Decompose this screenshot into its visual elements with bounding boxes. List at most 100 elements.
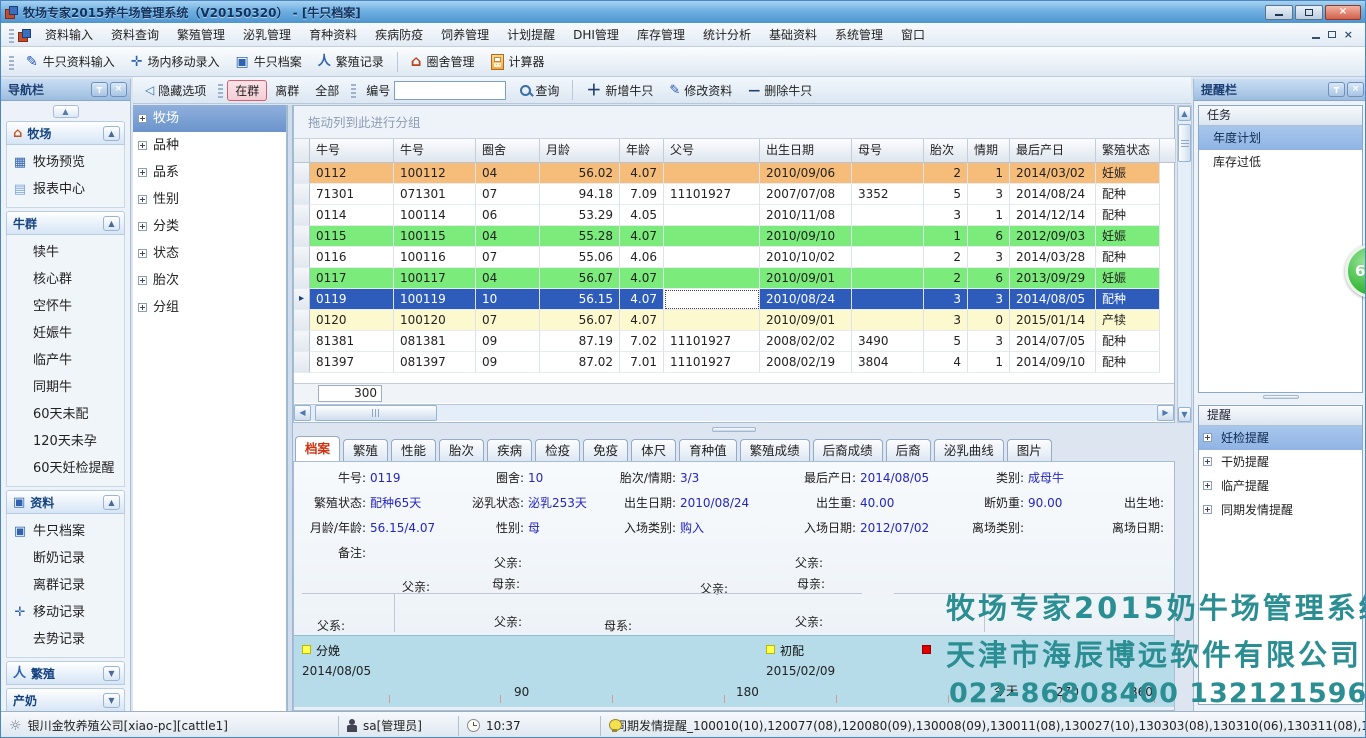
code-input[interactable] (394, 81, 506, 100)
column-header[interactable]: 繁殖状态 (1096, 139, 1160, 163)
sidebar-item[interactable]: 断奶记录 (7, 545, 124, 572)
expand-plus-icon[interactable] (1203, 433, 1212, 442)
column-header[interactable]: 圈舍 (476, 139, 540, 163)
menu-item[interactable]: 库存管理 (628, 24, 694, 46)
tab[interactable]: 胎次 (439, 439, 484, 461)
horizontal-scrollbar[interactable]: ◀ ▶ (294, 404, 1174, 421)
nav-collapse-button[interactable]: ▲ (53, 105, 79, 118)
scroll-down-icon[interactable]: ▼ (1178, 407, 1191, 422)
expand-plus-icon[interactable] (1203, 481, 1212, 490)
nav-group-breeding-header[interactable]: 人 繁殖 ▼ (6, 661, 125, 685)
task-item[interactable]: 库存过低 (1199, 150, 1362, 174)
menu-item[interactable]: DHI管理 (564, 24, 628, 46)
table-row[interactable]: 71301 071301 07 94.18 7.09 11101927 2007… (294, 184, 1160, 205)
close-icon[interactable]: × (110, 82, 127, 97)
sidebar-item[interactable]: 牛只档案 (7, 518, 124, 545)
tab[interactable]: 疾病 (487, 439, 532, 461)
chevron-down-icon[interactable]: ▼ (103, 666, 120, 681)
nav-group-milk-header[interactable]: 产奶 ▼ (6, 688, 125, 712)
delete-cattle-button[interactable]: — 删除牛只 (740, 80, 820, 101)
chevron-down-icon[interactable]: ▼ (103, 693, 120, 708)
tree-item[interactable]: 分组 (133, 294, 286, 321)
breeding-record-button[interactable]: 人 繁殖记录 (310, 51, 392, 72)
filter-button[interactable]: 离群 (267, 80, 307, 101)
column-header[interactable]: 月龄 (540, 139, 620, 163)
menu-item[interactable]: 计划提醒 (498, 24, 564, 46)
sidebar-item[interactable]: 60天妊检提醒 (7, 455, 124, 482)
mdi-minimize-icon[interactable] (1312, 37, 1320, 39)
tree-item[interactable]: 品系 (133, 159, 286, 186)
menu-item[interactable]: 育种资料 (300, 24, 366, 46)
chevron-up-icon[interactable]: ▲ (103, 495, 120, 510)
expand-plus-icon[interactable] (138, 195, 147, 204)
sidebar-item[interactable]: 报表中心 (7, 176, 124, 203)
tree-item[interactable]: 牧场 (133, 105, 286, 132)
sidebar-item[interactable]: 120天未孕 (7, 428, 124, 455)
sidebar-item[interactable]: 离群记录 (7, 572, 124, 599)
tab[interactable]: 档案 (295, 436, 340, 461)
calculator-button[interactable]: 计算器 (483, 51, 553, 72)
scroll-up-icon[interactable]: ▲ (1178, 106, 1191, 121)
table-row[interactable]: ▸ 0119 100119 10 56.15 4.07 2010/08/24 3… (294, 289, 1160, 310)
column-header[interactable]: 胎次 (924, 139, 968, 163)
tab[interactable]: 图片 (1007, 439, 1052, 461)
expand-plus-icon[interactable] (138, 276, 147, 285)
mdi-restore-icon[interactable] (1328, 31, 1336, 38)
tab[interactable]: 检疫 (535, 439, 580, 461)
sidebar-item[interactable]: 牧场预览 (7, 149, 124, 176)
panel-splitter[interactable] (1194, 393, 1366, 401)
pen-management-button[interactable]: ⌂ 圈舍管理 (403, 51, 483, 72)
tree-item[interactable]: 性别 (133, 186, 286, 213)
minimize-button[interactable] (1265, 5, 1293, 20)
tab[interactable]: 繁殖 (343, 439, 388, 461)
column-header[interactable]: 牛号 (394, 139, 476, 163)
table-row[interactable]: 0115 100115 04 55.28 4.07 2010/09/10 1 6… (294, 226, 1160, 247)
table-row[interactable]: 0112 100112 04 56.02 4.07 2010/09/06 2 1… (294, 163, 1160, 184)
table-row[interactable]: 0114 100114 06 53.29 4.05 2010/11/08 3 1… (294, 205, 1160, 226)
alert-item[interactable]: 临产提醒 (1199, 474, 1362, 498)
expand-plus-icon[interactable] (138, 168, 147, 177)
column-header[interactable]: 情期 (968, 139, 1010, 163)
expand-plus-icon[interactable] (138, 249, 147, 258)
alert-item[interactable]: 干奶提醒 (1199, 450, 1362, 474)
column-header[interactable]: 牛号 (310, 139, 394, 163)
move-entry-button[interactable]: ✛ 场内移动录入 (123, 51, 228, 72)
close-button[interactable]: × (1325, 5, 1361, 20)
expand-plus-icon[interactable] (138, 303, 147, 312)
chevron-up-icon[interactable]: ▲ (103, 216, 120, 231)
menu-item[interactable]: 窗口 (892, 24, 934, 46)
menu-item[interactable]: 疾病防疫 (366, 24, 432, 46)
table-row[interactable]: 0117 100117 04 56.07 4.07 2010/09/01 2 6… (294, 268, 1160, 289)
vertical-scrollbar[interactable]: ▲ ▼ (1177, 105, 1192, 423)
sidebar-item[interactable]: 核心群 (7, 266, 124, 293)
table-row[interactable]: 81397 081397 09 87.02 7.01 11101927 2008… (294, 352, 1160, 373)
menu-item[interactable]: 统计分析 (694, 24, 760, 46)
table-row[interactable]: 0116 100116 07 55.06 4.06 2010/10/02 2 3… (294, 247, 1160, 268)
menu-item[interactable]: 泌乳管理 (234, 24, 300, 46)
sidebar-item[interactable]: 60天未配 (7, 401, 124, 428)
tab[interactable]: 体尺 (631, 439, 676, 461)
nav-group-data-header[interactable]: ▣ 资料 ▲ (6, 490, 125, 514)
tree-item[interactable]: 胎次 (133, 267, 286, 294)
pin-icon[interactable]: ┳ (1328, 82, 1345, 97)
column-header[interactable]: 出生日期 (760, 139, 852, 163)
table-row[interactable]: 0120 100120 07 56.07 4.07 2010/09/01 3 0… (294, 310, 1160, 331)
expand-plus-icon[interactable] (138, 141, 147, 150)
sidebar-item[interactable]: 移动记录 (7, 599, 124, 626)
sidebar-item[interactable]: 妊娠牛 (7, 320, 124, 347)
menu-item[interactable]: 基础资料 (760, 24, 826, 46)
tree-item[interactable]: 状态 (133, 240, 286, 267)
tab[interactable]: 后裔 (886, 439, 931, 461)
nav-group-herd-header[interactable]: 牛群 ▲ (6, 211, 125, 235)
table-row[interactable]: 81381 081381 09 87.19 7.02 11101927 2008… (294, 331, 1160, 352)
column-header[interactable]: 最后产日 (1010, 139, 1096, 163)
search-button[interactable]: 查询 (512, 80, 567, 101)
filter-button[interactable]: 全部 (307, 80, 347, 101)
cattle-file-button[interactable]: ▣ 牛只档案 (228, 51, 310, 72)
sidebar-item[interactable]: 空怀牛 (7, 293, 124, 320)
tab[interactable]: 性能 (391, 439, 436, 461)
expand-plus-icon[interactable] (138, 222, 147, 231)
tab[interactable]: 泌乳曲线 (934, 439, 1004, 461)
nav-group-farm-header[interactable]: ⌂ 牧场 ▲ (6, 121, 125, 145)
pin-icon[interactable]: ┳ (91, 82, 108, 97)
